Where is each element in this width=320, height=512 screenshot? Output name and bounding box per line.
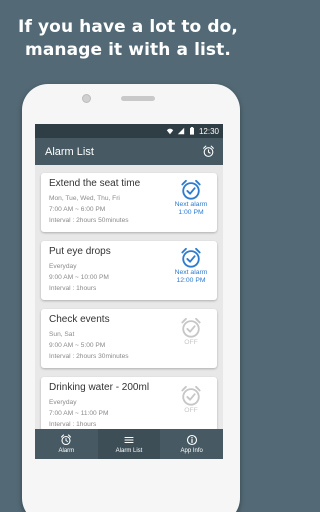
nav-label: Alarm bbox=[58, 448, 75, 454]
next-alarm-label: Next alarm bbox=[174, 269, 208, 276]
next-alarm-label: Next alarm bbox=[174, 201, 208, 208]
alarm-card[interactable]: Put eye drops Everyday 9:00 AM ~ 10:00 P… bbox=[41, 241, 217, 300]
signal-icon bbox=[177, 127, 185, 135]
alarm-title: Check events bbox=[49, 314, 110, 325]
alarm-days: Mon, Tue, Wed, Thu, Fri bbox=[49, 195, 120, 202]
alarm-time-range: 7:00 AM ~ 11:00 PM bbox=[49, 410, 109, 417]
app-screen: 12:30 Alarm List Extend the seat time Mo… bbox=[35, 124, 223, 512]
alarm-clock-icon[interactable] bbox=[202, 145, 215, 158]
promo-line-2: manage it with a list. bbox=[25, 40, 231, 60]
alarm-status[interactable]: OFF bbox=[171, 385, 211, 415]
alarm-interval: Interval : 2hours 50minutes bbox=[49, 217, 129, 224]
promo-headline: If you have a lot to do, manage it with … bbox=[0, 16, 256, 62]
speaker-grille bbox=[121, 96, 155, 101]
alarm-status[interactable]: Next alarm 1:00 PM bbox=[171, 179, 211, 217]
alarm-card[interactable]: Extend the seat time Mon, Tue, Wed, Thu,… bbox=[41, 173, 217, 232]
nav-label: Alarm List bbox=[115, 448, 143, 454]
alarm-title: Drinking water - 200ml bbox=[49, 382, 150, 393]
page-title: Alarm List bbox=[45, 145, 94, 158]
wifi-icon bbox=[166, 128, 174, 135]
alarm-days: Everyday bbox=[49, 263, 77, 270]
alarm-days: Sun, Sat bbox=[49, 331, 75, 338]
camera-icon bbox=[82, 94, 91, 103]
phone-chin bbox=[35, 459, 223, 512]
bottom-navigation: Alarm Alarm List App Info bbox=[35, 429, 223, 459]
nav-item-alarm-list[interactable]: Alarm List bbox=[97, 429, 161, 459]
alarm-time-range: 7:00 AM ~ 6:00 PM bbox=[49, 206, 106, 213]
alarm-interval: Interval : 2hours 30minutes bbox=[49, 353, 129, 360]
alarm-card[interactable]: Check events Sun, Sat 9:00 AM ~ 5:00 PM … bbox=[41, 309, 217, 368]
next-alarm-time: 1:00 PM bbox=[178, 209, 204, 216]
off-label: OFF bbox=[184, 339, 198, 346]
alarm-check-icon bbox=[181, 179, 201, 200]
alarm-check-icon bbox=[181, 385, 201, 406]
list-icon bbox=[124, 436, 134, 444]
alarm-time-range: 9:00 AM ~ 10:00 PM bbox=[49, 274, 109, 281]
alarm-status[interactable]: OFF bbox=[171, 317, 211, 347]
nav-item-app-info[interactable]: App Info bbox=[160, 429, 223, 459]
alarm-title: Put eye drops bbox=[49, 246, 111, 257]
alarm-days: Everyday bbox=[49, 399, 77, 406]
alarm-status[interactable]: Next alarm 12:00 PM bbox=[171, 247, 211, 285]
status-time: 12:30 bbox=[198, 126, 219, 136]
alarm-card[interactable]: Drinking water - 200ml Everyday 7:00 AM … bbox=[41, 377, 217, 431]
off-label: OFF bbox=[184, 407, 198, 414]
alarm-time-range: 9:00 AM ~ 5:00 PM bbox=[49, 342, 106, 349]
nav-item-alarm[interactable]: Alarm bbox=[35, 429, 98, 459]
info-icon bbox=[186, 434, 197, 446]
alarm-check-icon bbox=[181, 247, 201, 268]
promo-line-1: If you have a lot to do, bbox=[18, 17, 238, 37]
alarm-interval: Interval : 1hours bbox=[49, 421, 97, 428]
alarm-clock-icon bbox=[61, 434, 72, 446]
app-bar: Alarm List bbox=[35, 138, 223, 165]
battery-icon bbox=[189, 127, 194, 135]
alarm-title: Extend the seat time bbox=[49, 178, 141, 189]
alarm-interval: Interval : 1hours bbox=[49, 285, 97, 292]
nav-label: App Info bbox=[180, 448, 203, 454]
next-alarm-time: 12:00 PM bbox=[176, 277, 206, 284]
alarm-check-icon bbox=[181, 317, 201, 338]
status-bar: 12:30 bbox=[35, 124, 223, 138]
